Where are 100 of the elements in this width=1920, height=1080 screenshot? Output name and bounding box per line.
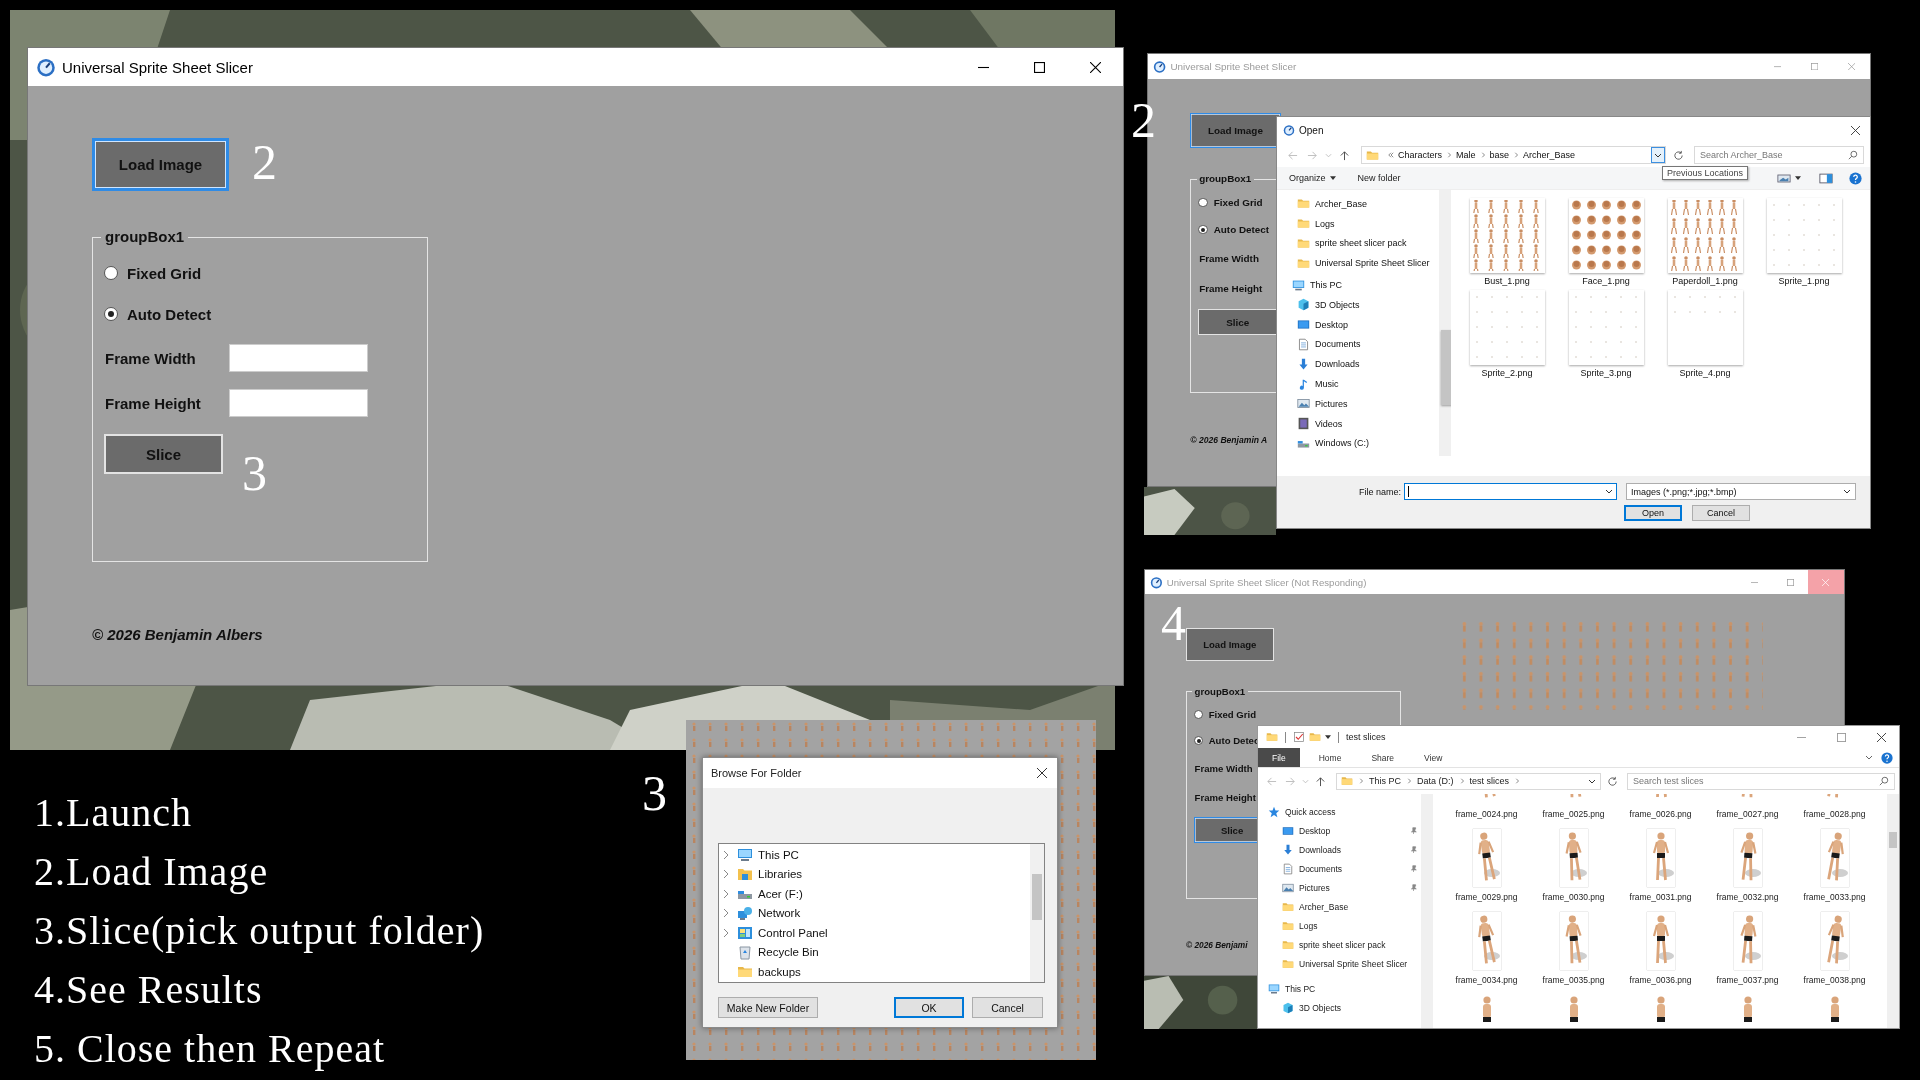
scrollbar[interactable]	[1421, 794, 1433, 1028]
file-item[interactable]: frame_0029.png	[1443, 827, 1530, 910]
nav-item[interactable]: Archer_Base	[1277, 194, 1439, 214]
dialog-button[interactable]: Open	[1624, 505, 1682, 521]
pin-icon[interactable]	[1410, 846, 1417, 853]
file-item[interactable]: frame_0024.png	[1443, 794, 1530, 827]
breadcrumb[interactable]: Characters	[1398, 150, 1442, 160]
file-item[interactable]: frame_0032.png	[1704, 827, 1791, 910]
file-item[interactable]: Sprite_1.png	[1763, 198, 1845, 286]
scrollbar[interactable]	[1030, 844, 1044, 982]
file-name-field[interactable]	[1404, 483, 1617, 500]
expand-chevron-icon[interactable]	[723, 888, 729, 899]
pin-icon[interactable]	[1410, 884, 1417, 891]
nav-item[interactable]: Downloads	[1258, 840, 1421, 859]
file-item[interactable]: frame_0035.png	[1530, 910, 1617, 993]
nav-item[interactable]: Documents	[1277, 334, 1439, 355]
search-field[interactable]: Search test slices	[1627, 772, 1895, 790]
scrollbar[interactable]	[1439, 190, 1451, 456]
radio-button[interactable]	[1198, 225, 1208, 235]
tree-item[interactable]: Libraries	[719, 864, 1030, 884]
back-arrow-icon[interactable]	[1266, 775, 1277, 787]
file-item[interactable]: frame_0034.png	[1443, 910, 1530, 993]
file-item[interactable]: Sprite_4.png	[1664, 290, 1746, 378]
file-item[interactable]: Bust_1.png	[1466, 198, 1548, 286]
file-item[interactable]: Sprite_2.png	[1466, 290, 1548, 378]
expand-chevron-icon[interactable]	[723, 908, 729, 919]
nav-item[interactable]: Videos	[1277, 413, 1439, 434]
ribbon-tab[interactable]: View	[1413, 748, 1454, 767]
folder-icon[interactable]	[1266, 731, 1278, 743]
folder-icon[interactable]	[1309, 731, 1321, 743]
nav-item[interactable]: sprite sheet slicer pack	[1277, 233, 1439, 254]
address-bar[interactable]: This PC Data (D:) test slices	[1336, 772, 1601, 790]
file-item[interactable]: frame_0036.png	[1617, 910, 1704, 993]
file-item[interactable]: Paperdoll_1.png	[1664, 198, 1746, 286]
load-image-button[interactable]: Load Image	[1185, 627, 1274, 662]
toolbar-button[interactable]: Organize	[1287, 173, 1338, 183]
file-type-dropdown[interactable]: Images (*.png;*.jpg;*.bmp)	[1626, 483, 1856, 500]
file-item[interactable]: frame_0038.png	[1791, 910, 1878, 993]
file-item[interactable]: Sprite_3.png	[1565, 290, 1647, 378]
dialog-button[interactable]: Make New Folder	[718, 997, 818, 1018]
nav-item[interactable]: Universal Sprite Sheet Slicer	[1258, 954, 1421, 973]
nav-item[interactable]: Pictures	[1277, 393, 1439, 414]
scrollbar[interactable]	[1887, 794, 1899, 1028]
tree-item[interactable]: This PC	[719, 845, 1030, 865]
nav-item[interactable]: Windows (C:)	[1277, 433, 1439, 454]
nav-item[interactable]: 3D Objects	[1277, 295, 1439, 315]
up-arrow-icon[interactable]	[1339, 149, 1350, 161]
radio-button[interactable]	[1194, 709, 1203, 719]
dialog-button[interactable]: Cancel	[972, 997, 1043, 1018]
file-item[interactable]: frame_0027.png	[1704, 794, 1791, 827]
file-item[interactable]: Face_1.png	[1565, 198, 1647, 286]
caret-icon[interactable]	[1795, 176, 1801, 180]
nav-item[interactable]: Archer_Base	[1258, 897, 1421, 916]
expand-chevron-icon[interactable]	[723, 869, 729, 880]
load-image-button[interactable]: Load Image	[1190, 113, 1281, 149]
nav-item[interactable]: Logs	[1277, 213, 1439, 234]
nav-item[interactable]: sprite sheet slicer pack	[1258, 935, 1421, 954]
dialog-button[interactable]: OK	[894, 997, 964, 1018]
expand-chevron-icon[interactable]	[723, 927, 729, 938]
tree-item[interactable]: backups	[719, 962, 1030, 982]
ribbon-tab[interactable]: Home	[1307, 748, 1353, 767]
help-icon[interactable]	[1849, 171, 1862, 185]
chevron-down-icon[interactable]	[1588, 778, 1596, 784]
file-item[interactable]: frame_0026.png	[1617, 794, 1704, 827]
nav-item[interactable]: Desktop	[1277, 314, 1439, 335]
tree-item[interactable]: Network	[719, 903, 1030, 923]
file-item[interactable]: frame_0028.png	[1791, 794, 1878, 827]
refresh-icon[interactable]	[1673, 149, 1684, 161]
file-item[interactable]: frame_0033.png	[1791, 827, 1878, 910]
nav-item[interactable]: Logs	[1258, 916, 1421, 935]
toolbar-button[interactable]: New folder	[1355, 173, 1403, 183]
file-item[interactable]: frame_0025.png	[1530, 794, 1617, 827]
tree-item[interactable]: Recycle Bin	[719, 942, 1030, 962]
breadcrumb[interactable]: This PC	[1369, 776, 1401, 786]
breadcrumb[interactable]: test slices	[1469, 776, 1510, 786]
breadcrumb[interactable]: Data (D:)	[1417, 776, 1454, 786]
nav-item[interactable]: 3D Objects	[1258, 998, 1421, 1017]
file-item[interactable]: frame_0037.png	[1704, 910, 1791, 993]
breadcrumb[interactable]: Male	[1456, 150, 1476, 160]
pin-icon[interactable]	[1410, 827, 1417, 834]
tree-item[interactable]: Control Panel	[719, 923, 1030, 943]
radio-button[interactable]	[1194, 736, 1203, 746]
help-icon[interactable]	[1881, 751, 1893, 764]
checkbox-icon[interactable]	[1293, 731, 1305, 743]
ribbon-tab[interactable]: File	[1258, 748, 1300, 767]
dialog-button[interactable]: Cancel	[1692, 505, 1750, 521]
up-arrow-icon[interactable]	[1315, 775, 1326, 787]
nav-item[interactable]: Universal Sprite Sheet Slicer	[1277, 253, 1439, 274]
file-item[interactable]: frame_0031.png	[1617, 827, 1704, 910]
breadcrumb[interactable]: base	[1489, 150, 1510, 160]
nav-item[interactable]: Pictures	[1258, 878, 1421, 897]
nav-item[interactable]: Music	[1277, 374, 1439, 394]
slice-button[interactable]: Slice	[1198, 309, 1277, 336]
expand-chevron-icon[interactable]	[723, 849, 729, 860]
forward-arrow-icon[interactable]	[1307, 149, 1318, 161]
ribbon-tab[interactable]: Share	[1360, 748, 1406, 767]
nav-item[interactable]: Downloads	[1277, 354, 1439, 375]
address-bar[interactable]: Characters Male base Archer_Base	[1361, 146, 1666, 164]
dropdown-button[interactable]	[1651, 147, 1665, 163]
refresh-icon[interactable]	[1607, 775, 1618, 787]
